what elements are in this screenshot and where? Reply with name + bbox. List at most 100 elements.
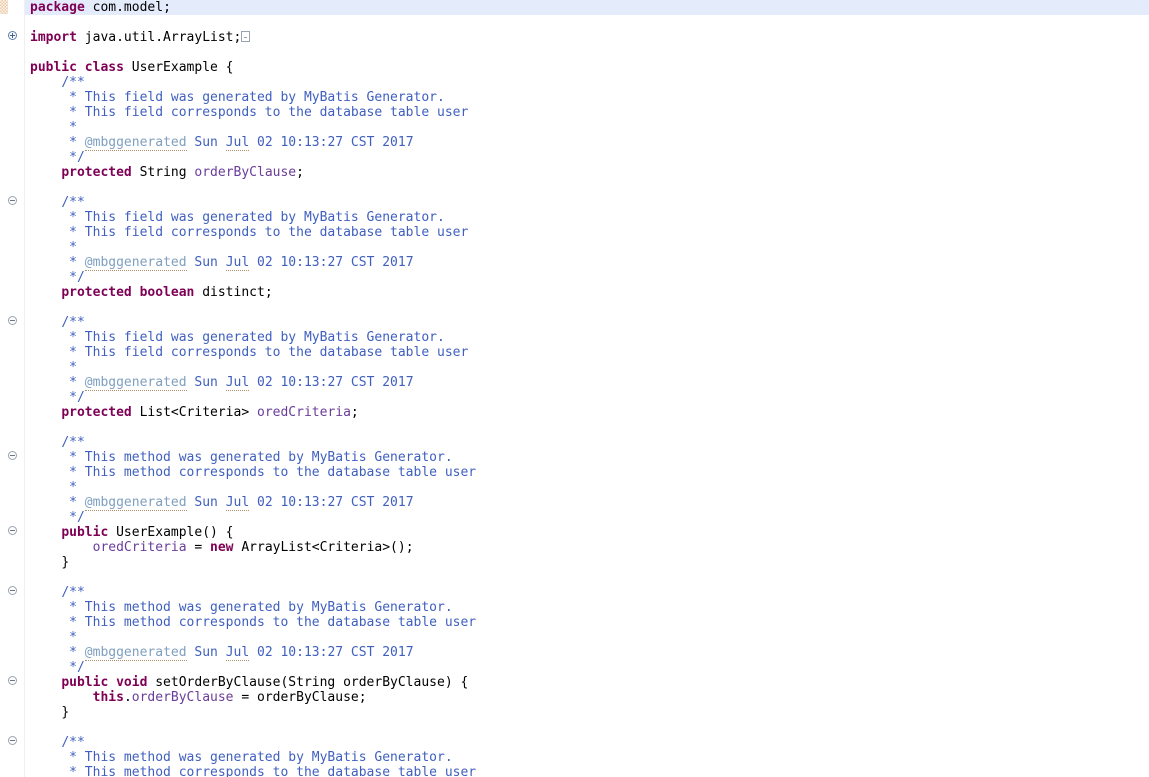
code-line[interactable]: protected String orderByClause; bbox=[25, 165, 1149, 180]
keyword-token: new bbox=[210, 540, 234, 555]
code-line[interactable]: * @mbggenerated Sun Jul 02 10:13:27 CST … bbox=[25, 645, 1149, 661]
code-line[interactable]: public class UserExample { bbox=[25, 60, 1149, 75]
fold-collapse-javadoc-5[interactable] bbox=[0, 733, 25, 748]
comment-token: * This method was generated by MyBatis G… bbox=[61, 750, 453, 765]
code-line[interactable]: * This field was generated by MyBatis Ge… bbox=[25, 210, 1149, 225]
code-line[interactable]: /** bbox=[25, 585, 1149, 600]
fold-collapse-icon[interactable] bbox=[8, 526, 17, 535]
code-line[interactable]: * bbox=[25, 120, 1149, 135]
code-line[interactable]: * bbox=[25, 630, 1149, 645]
code-line[interactable]: * This method was generated by MyBatis G… bbox=[25, 600, 1149, 615]
fold-expand-icon[interactable] bbox=[8, 31, 17, 40]
comment-token: Sun bbox=[186, 255, 226, 270]
comment-token: * bbox=[61, 480, 77, 495]
editor-gutter[interactable] bbox=[0, 0, 25, 777]
code-line[interactable] bbox=[25, 570, 1149, 585]
code-line[interactable]: */ bbox=[25, 390, 1149, 405]
fold-expand-imports[interactable] bbox=[0, 28, 25, 43]
code-token: com.model; bbox=[84, 0, 171, 15]
fold-collapse-icon[interactable] bbox=[8, 196, 17, 205]
field-token: orderByClause bbox=[194, 165, 297, 180]
code-line[interactable]: import java.util.ArrayList; bbox=[25, 30, 1149, 45]
code-line[interactable]: * bbox=[25, 360, 1149, 375]
keyword-token: protected boolean bbox=[61, 285, 195, 300]
code-line[interactable]: /** bbox=[25, 315, 1149, 330]
code-line[interactable]: * This field corresponds to the database… bbox=[25, 225, 1149, 240]
spellcheck-token: Jul bbox=[225, 495, 250, 511]
code-line[interactable] bbox=[25, 15, 1149, 30]
keyword-token: package bbox=[30, 0, 85, 15]
fold-collapse-javadoc-2[interactable] bbox=[0, 313, 25, 328]
code-line[interactable] bbox=[25, 720, 1149, 735]
code-line[interactable]: /** bbox=[25, 735, 1149, 750]
code-line[interactable]: */ bbox=[25, 150, 1149, 165]
code-line[interactable]: * This method corresponds to the databas… bbox=[25, 765, 1149, 777]
keyword-token: public bbox=[61, 525, 109, 540]
code-line[interactable]: } bbox=[25, 705, 1149, 720]
code-line[interactable]: * This method corresponds to the databas… bbox=[25, 615, 1149, 630]
code-line[interactable]: /** bbox=[25, 195, 1149, 210]
code-line[interactable]: * This field corresponds to the database… bbox=[25, 345, 1149, 360]
code-content[interactable]: package com.model; import java.util.Arra… bbox=[25, 0, 1149, 777]
code-line[interactable]: */ bbox=[25, 270, 1149, 285]
fold-collapse-setter[interactable] bbox=[0, 673, 25, 688]
code-line-current[interactable]: package com.model; bbox=[25, 0, 1149, 15]
comment-token: * bbox=[61, 255, 85, 270]
code-line[interactable]: } bbox=[25, 555, 1149, 570]
code-line[interactable]: * @mbggenerated Sun Jul 02 10:13:27 CST … bbox=[25, 495, 1149, 511]
code-editor[interactable]: package com.model; import java.util.Arra… bbox=[0, 0, 1149, 777]
code-line[interactable]: */ bbox=[25, 510, 1149, 525]
code-line[interactable]: oredCriteria = new ArrayList<Criteria>()… bbox=[25, 540, 1149, 555]
changed-line-marker bbox=[0, 0, 8, 14]
code-line[interactable]: * bbox=[25, 240, 1149, 255]
code-line[interactable] bbox=[25, 300, 1149, 315]
fold-collapse-icon[interactable] bbox=[8, 736, 17, 745]
code-line[interactable]: public void setOrderByClause(String orde… bbox=[25, 675, 1149, 690]
code-line[interactable]: * bbox=[25, 480, 1149, 495]
code-line[interactable] bbox=[25, 45, 1149, 60]
code-line[interactable]: protected boolean distinct; bbox=[25, 285, 1149, 300]
code-line[interactable] bbox=[25, 420, 1149, 435]
code-line[interactable]: */ bbox=[25, 660, 1149, 675]
code-line[interactable]: * This method was generated by MyBatis G… bbox=[25, 750, 1149, 765]
code-line[interactable]: * @mbggenerated Sun Jul 02 10:13:27 CST … bbox=[25, 375, 1149, 391]
code-line[interactable]: this.orderByClause = orderByClause; bbox=[25, 690, 1149, 705]
code-line[interactable]: /** bbox=[25, 75, 1149, 90]
code-line[interactable]: * This field was generated by MyBatis Ge… bbox=[25, 90, 1149, 105]
fold-collapse-javadoc-4[interactable] bbox=[0, 583, 25, 598]
fold-collapse-icon[interactable] bbox=[8, 451, 17, 460]
spellcheck-token: Jul bbox=[225, 135, 250, 151]
fold-collapse-icon[interactable] bbox=[8, 676, 17, 685]
fold-collapse-icon[interactable] bbox=[8, 316, 17, 325]
code-line[interactable]: public UserExample() { bbox=[25, 525, 1149, 540]
code-token: } bbox=[61, 555, 70, 570]
code-line[interactable] bbox=[25, 180, 1149, 195]
code-line[interactable]: * This field was generated by MyBatis Ge… bbox=[25, 330, 1149, 345]
code-lines[interactable]: package com.model; import java.util.Arra… bbox=[25, 0, 1149, 777]
comment-token: 02 10:13:27 CST 2017 bbox=[249, 135, 414, 150]
code-line[interactable]: * This method was generated by MyBatis G… bbox=[25, 450, 1149, 465]
fold-collapse-javadoc-1[interactable] bbox=[0, 193, 25, 208]
comment-token: */ bbox=[61, 150, 85, 165]
code-line[interactable]: protected List<Criteria> oredCriteria; bbox=[25, 405, 1149, 420]
collapsed-fold-icon[interactable] bbox=[241, 31, 251, 42]
code-line[interactable]: /** bbox=[25, 435, 1149, 450]
fold-collapse-constructor[interactable] bbox=[0, 523, 25, 538]
code-line[interactable]: * @mbggenerated Sun Jul 02 10:13:27 CST … bbox=[25, 255, 1149, 271]
code-line[interactable]: * This field corresponds to the database… bbox=[25, 105, 1149, 120]
fold-collapse-icon[interactable] bbox=[8, 586, 17, 595]
fold-collapse-javadoc-3[interactable] bbox=[0, 448, 25, 463]
code-line[interactable]: * This method corresponds to the databas… bbox=[25, 465, 1149, 480]
code-line[interactable]: * @mbggenerated Sun Jul 02 10:13:27 CST … bbox=[25, 135, 1149, 151]
comment-token: /** bbox=[61, 315, 85, 330]
